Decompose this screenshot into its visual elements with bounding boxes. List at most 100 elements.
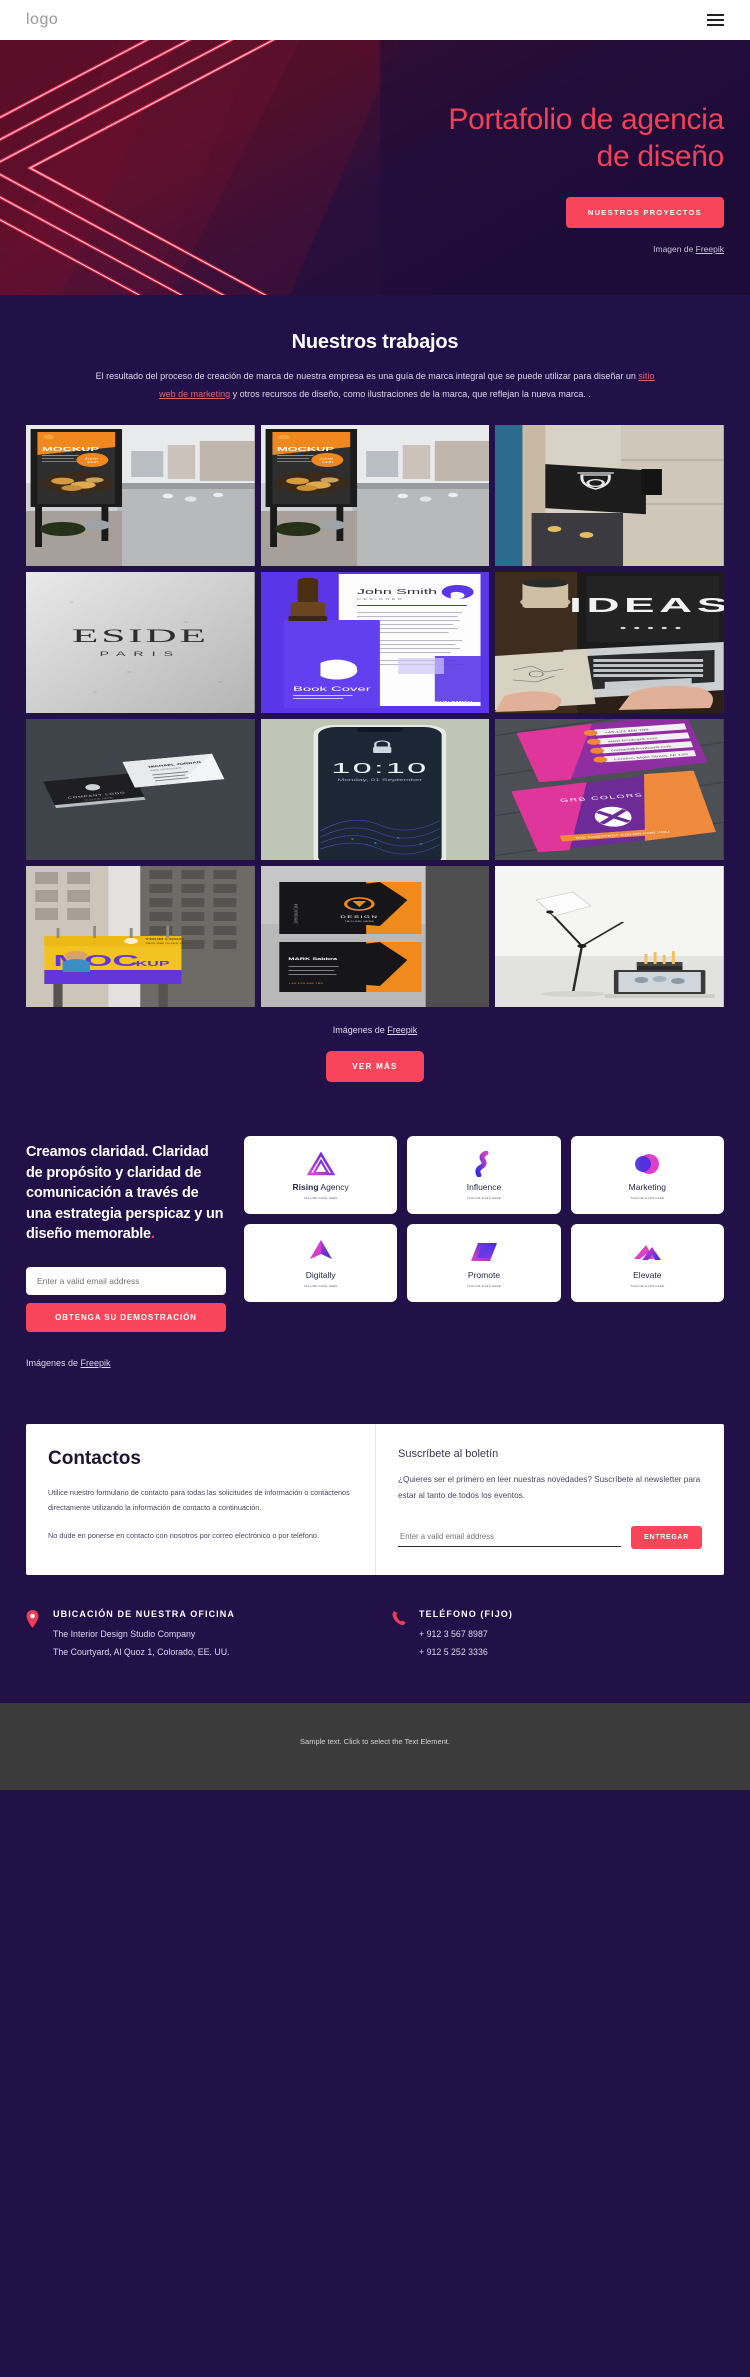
svg-text:June: June bbox=[319, 457, 333, 460]
svg-text:TAGLINE HERE: TAGLINE HERE bbox=[344, 920, 374, 922]
footer-sample-text[interactable]: Sample text. Click to select the Text El… bbox=[0, 1737, 750, 1746]
svg-text:11th: 11th bbox=[87, 461, 99, 464]
gallery-item-phone-lockscreen-mockup[interactable]: 10:10 Monday, 01 September bbox=[260, 719, 490, 861]
office-line-1: The Interior Design Studio Company bbox=[53, 1628, 196, 1639]
clarity-section: Creamos claridad. Claridad de propósito … bbox=[0, 1136, 750, 1368]
gallery-item-billboard-mockup-street-2[interactable]: MOCKUP June 11th bbox=[260, 425, 490, 567]
gallery-credit-prefix: Imágenes de bbox=[332, 1025, 388, 1036]
get-demo-button[interactable]: OBTENGA SU DEMOSTRACIÓN bbox=[26, 1302, 226, 1332]
newsletter-submit-button[interactable]: ENTREGAR bbox=[631, 1525, 702, 1549]
newsletter-form: ENTREGAR bbox=[398, 1525, 702, 1549]
gallery-item-billboard-mockup-street-1[interactable]: MOCKUP June 11th bbox=[26, 425, 255, 567]
phone-block: TELÉFONO (FIJO) + 912 3 567 8987 + 912 5… bbox=[392, 1609, 724, 1659]
phone-title: TELÉFONO (FIJO) bbox=[419, 1608, 513, 1619]
hero-credit-link[interactable]: Freepik bbox=[696, 244, 724, 254]
svg-text:PARIS: PARIS bbox=[100, 651, 182, 658]
logo-tagline-elevate: TAGLINE GOES HERE bbox=[630, 1284, 665, 1288]
contact-card: Contactos Utilice nuestro formulario de … bbox=[26, 1423, 724, 1575]
phone-icon bbox=[392, 1609, 407, 1659]
arrow-up-mark bbox=[309, 1239, 333, 1265]
svg-text:+45 123 456 789: +45 123 456 789 bbox=[288, 982, 322, 984]
svg-text:Monday, 01 September: Monday, 01 September bbox=[337, 778, 422, 782]
contact-details-section: UBICACIÓN DE NUESTRA OFICINA The Interio… bbox=[0, 1575, 750, 1703]
gallery-item-outdoor-billboard-mockup[interactable]: YOUR LOGO TAGLINE GOES HERE MOC KUP bbox=[26, 866, 255, 1008]
clarity-image-credit: Imágenes de Freepik bbox=[26, 1358, 226, 1368]
see-more-button[interactable]: VER MÁS bbox=[326, 1051, 424, 1083]
logo-tagline-promote: TAGLINE GOES HERE bbox=[467, 1284, 501, 1288]
logo-tagline-rising-agency: TAGLINE GOES HERE bbox=[303, 1196, 338, 1200]
logo-card-promote[interactable]: Promote TAGLINE GOES HERE bbox=[407, 1224, 561, 1303]
svg-text:DESIGN: DESIGN bbox=[340, 916, 378, 919]
gallery-item-eside-paris-logo-mockup[interactable]: ESIDE PARIS bbox=[26, 572, 255, 714]
logo-tagline-digitally: TAGLINE GOES HERE bbox=[303, 1284, 338, 1288]
works-heading: Nuestros trabajos bbox=[291, 331, 459, 353]
hero-cta-button[interactable]: NUESTROS PROYECTOS bbox=[565, 197, 724, 229]
contact-section: Contactos Utilice nuestro formulario de … bbox=[0, 1368, 750, 1575]
parallelogram-mark bbox=[470, 1239, 498, 1265]
demo-email-input[interactable] bbox=[26, 1266, 226, 1295]
gallery-item-black-orange-folder-mockup[interactable]: Lorem Ipsum Dolor DESIGN TAGLINE HERE MA… bbox=[260, 866, 490, 1008]
gallery-image-credit: Imágenes de Freepik bbox=[0, 1025, 750, 1035]
logo-tagline-marketing: TAGLINE GOES HERE bbox=[630, 1196, 665, 1200]
logo-card-influence[interactable]: Influence TAGLINE GOES HERE bbox=[407, 1136, 561, 1215]
office-line-2: The Courtyard, Al Quoz 1, Colorado, EE. … bbox=[53, 1647, 230, 1658]
svg-text:Book Cover: Book Cover bbox=[293, 686, 371, 693]
works-section: Nuestros trabajos El resultado del proce… bbox=[0, 295, 750, 1137]
newsletter-heading: Suscríbete al boletín bbox=[398, 1447, 499, 1460]
hamburger-icon[interactable] bbox=[707, 14, 724, 26]
landing-page: logo Portafolio de agencia de diseño NUE… bbox=[0, 0, 750, 1791]
newsletter-text: ¿Quieres ser el primero en leer nuestras… bbox=[398, 1474, 701, 1500]
clarity-heading-text: Creamos claridad. Claridad de propósito … bbox=[26, 1144, 224, 1243]
logo-name-influence: Influence bbox=[466, 1181, 502, 1192]
location-pin-icon bbox=[26, 1609, 41, 1659]
hero-section: Portafolio de agencia de diseño NUESTROS… bbox=[0, 40, 750, 295]
svg-text:MARK Sabbra: MARK Sabbra bbox=[288, 958, 338, 961]
gallery-item-wall-sign-logo-mockup[interactable] bbox=[495, 425, 724, 567]
clarity-credit-link[interactable]: Freepik bbox=[81, 1358, 111, 1368]
svg-text:DESIGNER: DESIGNER bbox=[357, 598, 404, 601]
site-header: logo bbox=[0, 0, 750, 40]
svg-text:John Smith: John Smith bbox=[357, 588, 437, 596]
svg-text:Lorem Ipsum Dolor: Lorem Ipsum Dolor bbox=[292, 903, 298, 924]
logo-name-digitally: Digitally bbox=[305, 1269, 336, 1280]
newsletter-column: Suscríbete al boletín ¿Quieres ser el pr… bbox=[375, 1423, 724, 1575]
clarity-left-column: Creamos claridad. Claridad de propósito … bbox=[26, 1136, 226, 1368]
gallery-item-colorful-business-cards-mockup[interactable]: +45 123 456 789 www.frontcard.com contac… bbox=[495, 719, 724, 861]
logo-showcase-grid: Rising Agency TAGLINE GOES HERE Influenc… bbox=[244, 1136, 724, 1303]
svg-text:TAGLINE GOES HERE: TAGLINE GOES HERE bbox=[145, 942, 193, 944]
logo-name-elevate: Elevate bbox=[633, 1269, 662, 1280]
logo-card-digitally[interactable]: Digitally TAGLINE GOES HERE bbox=[244, 1224, 398, 1303]
newsletter-email-input[interactable] bbox=[398, 1527, 622, 1547]
contact-info-column: Contactos Utilice nuestro formulario de … bbox=[26, 1424, 375, 1575]
gallery-credit-link[interactable]: Freepik bbox=[387, 1025, 417, 1035]
svg-text:11th: 11th bbox=[321, 461, 333, 464]
clarity-credit-prefix: Imágenes de bbox=[26, 1357, 81, 1368]
logo-card-rising-agency[interactable]: Rising Agency TAGLINE GOES HERE bbox=[244, 1136, 398, 1215]
works-desc-part-2: y otros recursos de diseño, como ilustra… bbox=[230, 388, 591, 399]
works-desc-part-1: El resultado del proceso de creación de … bbox=[95, 371, 639, 381]
logo-name-marketing: Marketing bbox=[628, 1181, 666, 1192]
logo-name-promote: Promote bbox=[467, 1269, 501, 1280]
logo-card-marketing[interactable]: Marketing TAGLINE GOES HERE bbox=[570, 1136, 724, 1215]
contact-paragraph-2: No dude en ponerse en contacto con nosot… bbox=[48, 1531, 319, 1541]
gallery-item-book-cover-stationery-mockup[interactable]: John Smith DESIGNER JOHN SMITH Book Cove… bbox=[260, 572, 490, 714]
hero-title-line-1: Portafolio de agencia bbox=[448, 103, 724, 136]
works-description: El resultado del proceso de creación de … bbox=[75, 368, 675, 403]
site-logo[interactable]: logo bbox=[26, 11, 58, 29]
logo-tagline-influence: TAGLINE GOES HERE bbox=[467, 1196, 501, 1200]
svg-text:June: June bbox=[84, 457, 98, 460]
svg-text:YOUR LOGO: YOUR LOGO bbox=[145, 938, 184, 941]
logo-card-elevate[interactable]: Elevate TAGLINE GOES HERE bbox=[570, 1224, 724, 1303]
chevron-stack-mark bbox=[632, 1239, 662, 1265]
portfolio-gallery: MOCKUP June 11th MOCKUP June 11th ESIDE … bbox=[0, 403, 750, 1008]
gallery-item-ideas-laptop-desk-photo[interactable]: IDEAS bbox=[495, 572, 724, 714]
svg-text:KUP: KUP bbox=[136, 960, 170, 968]
hero-title: Portafolio de agencia de diseño bbox=[0, 80, 724, 175]
svg-text:MOCKUP: MOCKUP bbox=[42, 447, 99, 453]
gallery-item-business-card-dark-mockup[interactable]: COMPANY LOGO TAGLINE HERE MICHAEL JORDAN… bbox=[26, 719, 255, 861]
triangle-loop-mark bbox=[306, 1151, 335, 1177]
contact-paragraph-1: Utilice nuestro formulario de contacto p… bbox=[48, 1487, 350, 1512]
gallery-item-desk-lamp-workspace-photo[interactable] bbox=[495, 866, 724, 1008]
hero-credit-prefix: Imagen de bbox=[653, 244, 696, 255]
phone-line-2: + 912 5 252 3336 bbox=[419, 1647, 488, 1658]
